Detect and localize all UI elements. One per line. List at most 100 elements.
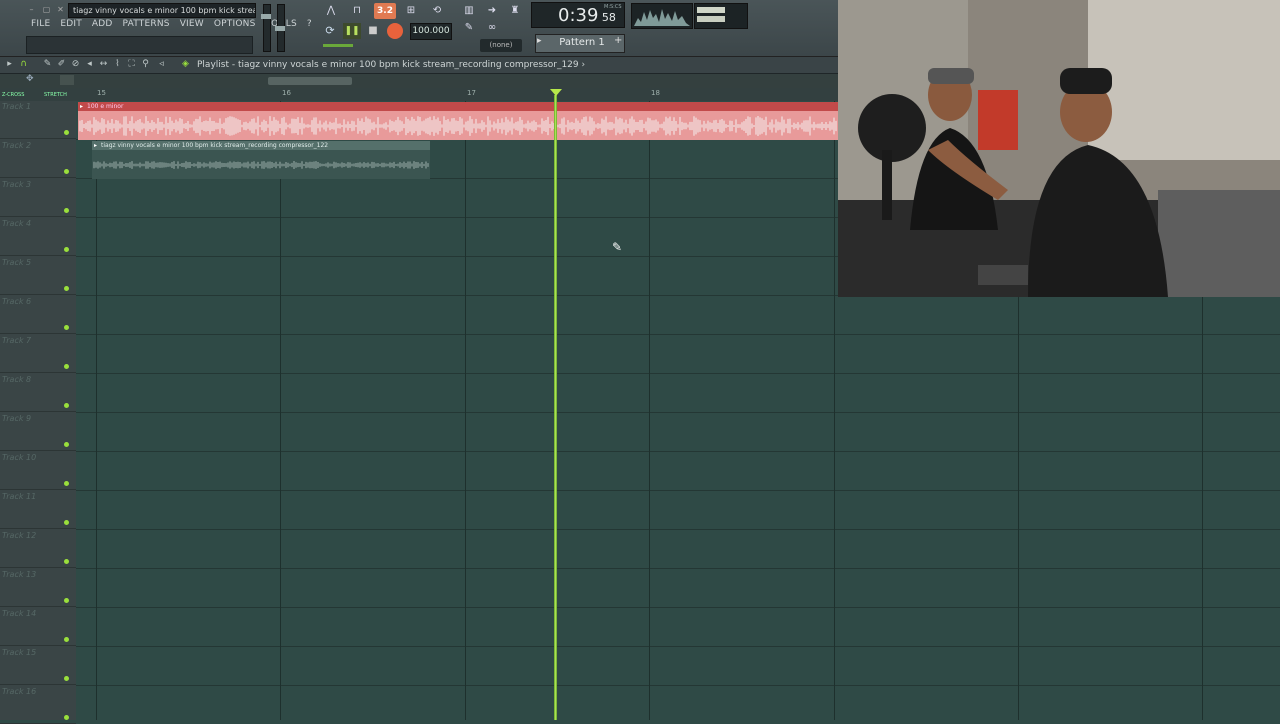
restore-icon[interactable]: ▢ bbox=[41, 4, 52, 15]
track-header[interactable]: Track 16 bbox=[0, 686, 76, 724]
record-icon[interactable] bbox=[387, 23, 403, 39]
loop-record-icon[interactable]: ⟲ bbox=[426, 3, 448, 19]
track-name: Track 3 bbox=[2, 180, 32, 189]
snap-indicator[interactable]: 3.2 bbox=[374, 3, 396, 19]
track-mute-led[interactable] bbox=[64, 403, 69, 408]
track-header[interactable]: Track 7 bbox=[0, 335, 76, 373]
draw-tool-icon[interactable]: ✎ bbox=[42, 59, 53, 70]
track-header[interactable]: Track 12 bbox=[0, 530, 76, 568]
playback-tool-icon[interactable]: ◃ bbox=[156, 59, 167, 70]
track-mute-led[interactable] bbox=[64, 364, 69, 369]
master-volume-slider[interactable] bbox=[263, 4, 271, 52]
clip-menu-icon[interactable]: ▸ bbox=[80, 103, 83, 110]
track-mute-led[interactable] bbox=[64, 208, 69, 213]
piano-icon[interactable]: ▥ bbox=[458, 3, 480, 19]
snap-select[interactable]: (none) bbox=[480, 39, 522, 52]
plugin-icon[interactable]: ♜ bbox=[504, 3, 526, 19]
menu-options[interactable]: OPTIONS bbox=[209, 17, 261, 31]
track-header[interactable]: Track 10 bbox=[0, 452, 76, 490]
track-mute-led[interactable] bbox=[64, 247, 69, 252]
track-header[interactable]: Track 4 bbox=[0, 218, 76, 256]
track-mute-led[interactable] bbox=[64, 442, 69, 447]
arrow-right-icon[interactable]: ➜ bbox=[481, 3, 503, 19]
track-header[interactable]: Track 13 bbox=[0, 569, 76, 607]
track-mute-led[interactable] bbox=[64, 598, 69, 603]
track-mute-led[interactable] bbox=[64, 559, 69, 564]
track-header[interactable]: Track 1 bbox=[0, 101, 76, 139]
horizontal-scrollbar[interactable] bbox=[268, 77, 352, 85]
track-header[interactable]: Track 3 bbox=[0, 179, 76, 217]
clip-menu-icon[interactable]: ▸ bbox=[94, 142, 97, 149]
stretch-label[interactable]: STRETCH bbox=[44, 92, 67, 98]
pencil-icon[interactable]: ✎ bbox=[458, 20, 480, 36]
mini-button[interactable] bbox=[60, 75, 74, 85]
track-mute-led[interactable] bbox=[64, 286, 69, 291]
track-header[interactable]: Track 2 bbox=[0, 140, 76, 178]
delete-tool-icon[interactable]: ⊘ bbox=[70, 59, 81, 70]
timeline-ruler[interactable] bbox=[0, 88, 838, 101]
ruler-bar-18: 18 bbox=[651, 89, 660, 97]
audio-clip-title[interactable]: 100 e minor bbox=[78, 102, 838, 111]
master-pitch-handle[interactable] bbox=[275, 26, 285, 31]
tempo-display[interactable]: 100.000 bbox=[410, 23, 452, 40]
magnet-icon[interactable]: ∩ bbox=[18, 59, 29, 70]
grid-bar-line bbox=[280, 101, 281, 720]
minimize-icon[interactable]: – bbox=[26, 4, 37, 15]
track-header[interactable]: Track 14 bbox=[0, 608, 76, 646]
track-mute-led[interactable] bbox=[64, 325, 69, 330]
slice-tool-icon[interactable]: ⌇ bbox=[112, 59, 123, 70]
track-mute-led[interactable] bbox=[64, 481, 69, 486]
menu-view[interactable]: VIEW bbox=[175, 17, 209, 31]
menu-edit[interactable]: EDIT bbox=[55, 17, 87, 31]
step-edit-icon[interactable]: ⊞ bbox=[400, 3, 422, 19]
pause-icon[interactable]: ❚❚ bbox=[343, 23, 361, 39]
track-mute-led[interactable] bbox=[64, 520, 69, 525]
track-name: Track 10 bbox=[2, 453, 37, 462]
track-header[interactable]: Track 6 bbox=[0, 296, 76, 334]
track-header[interactable]: Track 8 bbox=[0, 374, 76, 412]
stop-icon[interactable]: ■ bbox=[365, 23, 381, 39]
grid-row-line bbox=[76, 334, 1280, 335]
track-header[interactable]: Track 5 bbox=[0, 257, 76, 295]
track-name: Track 1 bbox=[2, 102, 32, 111]
link-icon[interactable]: ∞ bbox=[481, 20, 503, 36]
pattern-label[interactable]: Pattern 1 bbox=[550, 35, 614, 50]
paint-tool-icon[interactable]: ✐ bbox=[56, 59, 67, 70]
track-mute-led[interactable] bbox=[64, 637, 69, 642]
playhead-marker[interactable] bbox=[550, 89, 562, 96]
webcam-scene bbox=[838, 0, 1280, 297]
track-mute-led[interactable] bbox=[64, 130, 69, 135]
audio-clip-title[interactable]: tiagz vinny vocals e minor 100 bpm kick … bbox=[92, 141, 430, 150]
zcross-label[interactable]: Z-CROSS bbox=[2, 92, 24, 98]
slip-tool-icon[interactable]: ↔ bbox=[98, 59, 109, 70]
track-header[interactable]: Track 15 bbox=[0, 647, 76, 685]
track-header[interactable]: Track 11 bbox=[0, 491, 76, 529]
menu-add[interactable]: ADD bbox=[87, 17, 118, 31]
close-icon[interactable]: ✕ bbox=[55, 4, 66, 15]
mute-tool-icon[interactable]: ◂ bbox=[84, 59, 95, 70]
grid-bar-line bbox=[96, 101, 97, 720]
track-mute-led[interactable] bbox=[64, 676, 69, 681]
menu-file[interactable]: FILE bbox=[26, 17, 55, 31]
track-mute-led[interactable] bbox=[64, 169, 69, 174]
pattern-prev-icon[interactable]: ▸ bbox=[537, 36, 542, 46]
playlist-arrows-icon[interactable]: ◈ bbox=[180, 59, 191, 70]
ruler-bar-16: 16 bbox=[282, 89, 291, 97]
track-mute-led[interactable] bbox=[64, 715, 69, 720]
track-name: Track 8 bbox=[2, 375, 32, 384]
zoom-tool-icon[interactable]: ⚲ bbox=[140, 59, 151, 70]
track-name: Track 6 bbox=[2, 297, 32, 306]
menu-patterns[interactable]: PATTERNS bbox=[118, 17, 175, 31]
track-name: Track 14 bbox=[2, 609, 37, 618]
metronome-icon[interactable]: ⋀ bbox=[320, 3, 342, 19]
loop-mode-icon[interactable]: ⟳ bbox=[322, 24, 338, 38]
playlist-menu-arrow-icon[interactable]: ▸ bbox=[4, 59, 15, 70]
wait-input-icon[interactable]: ⊓ bbox=[346, 3, 368, 19]
master-volume-handle[interactable] bbox=[261, 14, 271, 19]
select-tool-icon[interactable]: ⛶ bbox=[126, 59, 137, 70]
track-header[interactable]: Track 9 bbox=[0, 413, 76, 451]
pattern-add-icon[interactable]: + bbox=[614, 35, 622, 46]
move-icon[interactable]: ✥ bbox=[26, 74, 34, 84]
menu-help[interactable]: ? bbox=[302, 17, 317, 31]
playhead[interactable] bbox=[554, 95, 557, 720]
